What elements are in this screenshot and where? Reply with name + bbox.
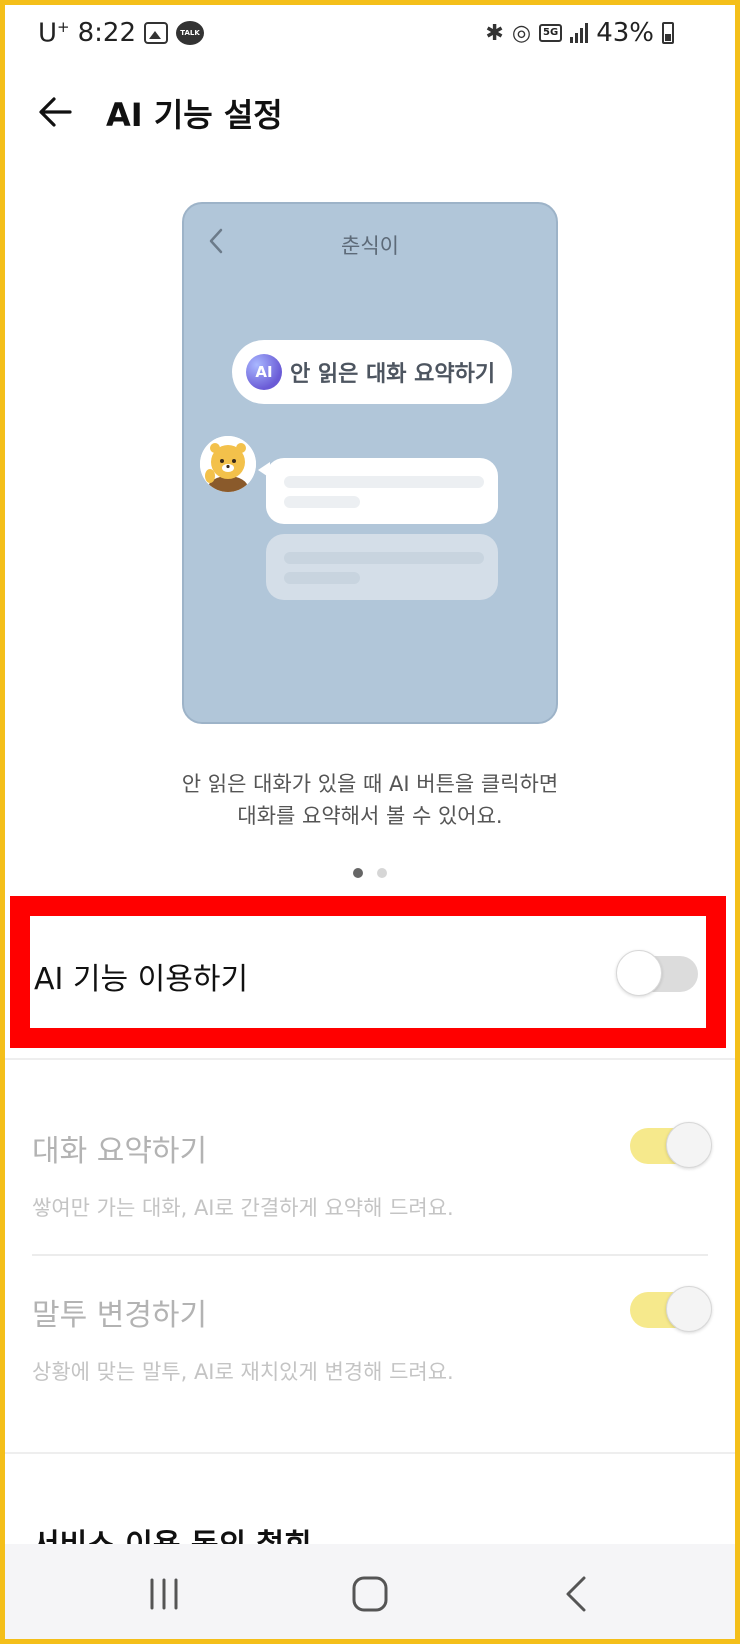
setting-subtitle: 상황에 맞는 말투, AI로 재치있게 변경해 드려요. <box>32 1360 454 1384</box>
feature-description: 안 읽은 대화가 있을 때 AI 버튼을 클릭하면 대화를 요약해서 볼 수 있… <box>181 772 559 828</box>
ai-summary-pill: AI 안 읽은 대화 요약하기 <box>232 340 512 404</box>
chat-bubble-faded <box>266 534 498 600</box>
home-icon[interactable] <box>348 1572 392 1616</box>
ai-feature-toggle[interactable] <box>616 950 698 996</box>
clock: 8:22 <box>77 18 136 49</box>
tone-change-setting: 말투 변경하기 상황에 맞는 말투, AI로 재치있게 변경해 드려요. <box>32 1290 712 1386</box>
item-divider <box>32 1254 708 1256</box>
app-header: AI 기능 설정 <box>0 80 740 150</box>
tone-change-toggle[interactable] <box>630 1286 712 1332</box>
conversation-summary-setting: 대화 요약하기 쌓여만 가는 대화, AI로 간결하게 요약해 드려요. <box>32 1126 712 1222</box>
chat-room-title: 춘식이 <box>341 234 399 258</box>
ai-feature-row[interactable]: AI 기능 이용하기 <box>30 916 706 1028</box>
image-icon <box>144 22 168 45</box>
battery-percent: 43% <box>596 18 654 48</box>
setting-subtitle: 쌓여만 가는 대화, AI로 간결하게 요약해 드려요. <box>32 1196 454 1220</box>
ai-feature-label: AI 기능 이용하기 <box>34 962 249 997</box>
setting-title: 말투 변경하기 <box>32 1298 208 1333</box>
5g-icon: 5G <box>539 24 563 42</box>
arrow-left-icon[interactable] <box>36 92 76 132</box>
back-icon[interactable] <box>556 1572 600 1616</box>
battery-icon <box>662 22 674 44</box>
character-avatar <box>200 436 256 492</box>
page-dot-active[interactable] <box>353 868 363 878</box>
ai-summary-label: 안 읽은 대화 요약하기 <box>290 362 496 387</box>
ai-badge-icon: AI <box>246 354 282 390</box>
kakaotalk-icon: TALK <box>176 21 204 46</box>
page-dot[interactable] <box>377 868 387 878</box>
chat-bubble <box>258 458 498 524</box>
recent-apps-icon[interactable] <box>142 1572 186 1616</box>
section-divider <box>0 1058 740 1060</box>
bluetooth-icon: ✱ <box>485 20 504 46</box>
setting-title: 대화 요약하기 <box>32 1134 208 1169</box>
chat-illustration: 춘식이 AI 안 읽은 대화 요약하기 <box>182 202 558 724</box>
status-bar: U+ 8:22 TALK ✱ ◎ 5G 43% <box>0 0 740 70</box>
system-nav-bar <box>0 1544 740 1644</box>
page-title: AI 기능 설정 <box>106 96 283 134</box>
conversation-summary-toggle[interactable] <box>630 1122 712 1168</box>
hotspot-icon: ◎ <box>511 20 532 46</box>
signal-icon <box>570 23 589 43</box>
section-divider <box>0 1452 740 1454</box>
page-indicator <box>0 868 740 878</box>
carrier-label: U+ <box>38 18 70 49</box>
